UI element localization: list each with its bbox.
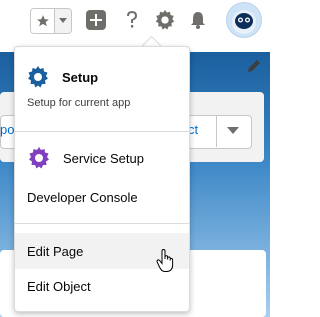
chevron-down-icon[interactable] bbox=[54, 9, 71, 33]
pencil-icon[interactable] bbox=[246, 58, 262, 74]
header-icons bbox=[0, 0, 270, 40]
background-field-left-text: po bbox=[0, 122, 15, 137]
setup-title[interactable]: Setup bbox=[62, 70, 98, 85]
avatar[interactable] bbox=[226, 2, 262, 38]
divider bbox=[15, 223, 189, 224]
favorites-group[interactable] bbox=[30, 8, 72, 34]
setup-subtitle: Setup for current app bbox=[27, 97, 131, 109]
menu-item-service-setup[interactable]: Service Setup bbox=[15, 141, 189, 175]
setup-section[interactable]: Setup Setup for current app bbox=[15, 47, 189, 131]
menu-item-developer-console[interactable]: Developer Console bbox=[15, 179, 189, 215]
gear-icon bbox=[29, 147, 49, 169]
gear-icon[interactable] bbox=[153, 8, 177, 32]
chevron-down-icon bbox=[227, 127, 239, 134]
menu-item-label: Service Setup bbox=[63, 150, 144, 166]
divider bbox=[15, 131, 189, 132]
bell-icon[interactable] bbox=[186, 8, 210, 32]
background-dropdown-button[interactable] bbox=[216, 115, 249, 147]
gear-icon bbox=[28, 66, 48, 88]
astro-avatar-icon bbox=[232, 7, 256, 34]
question-icon[interactable] bbox=[120, 8, 144, 32]
menu-item-label: Edit Page bbox=[27, 243, 84, 259]
hand-cursor-icon bbox=[156, 249, 174, 272]
menu-item-label: Edit Object bbox=[27, 278, 91, 294]
star-icon[interactable] bbox=[31, 9, 55, 33]
plus-icon[interactable] bbox=[84, 8, 108, 32]
menu-item-label: Developer Console bbox=[27, 189, 138, 205]
menu-item-edit-object[interactable]: Edit Object bbox=[15, 268, 189, 304]
